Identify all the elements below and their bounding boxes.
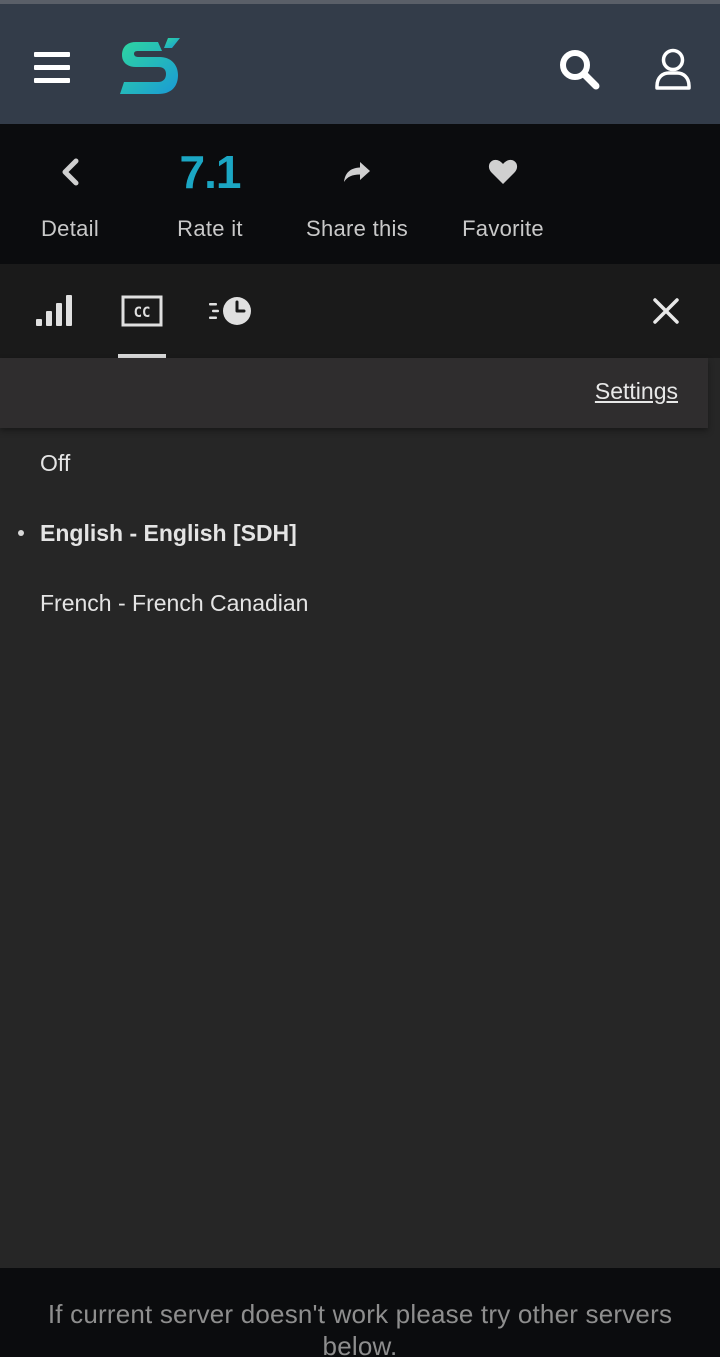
player-panel-tabs: CC [0, 264, 720, 358]
subtitle-option-label: English - English [SDH] [40, 519, 297, 546]
cc-icon: CC [121, 295, 163, 327]
favorite-icon-wrap [488, 124, 518, 216]
detail-icon-wrap [60, 124, 80, 216]
favorite-button[interactable]: Favorite [446, 124, 560, 264]
rating-wrap: 7.1 [179, 124, 242, 216]
share-label: Share this [305, 216, 409, 241]
server-notice: If current server doesn't work please tr… [0, 1268, 720, 1357]
server-notice-text: If current server doesn't work please tr… [47, 1299, 673, 1357]
detail-button[interactable]: Detail [20, 124, 120, 264]
speed-clock-icon [209, 297, 251, 325]
tab-playback-speed[interactable] [200, 264, 260, 358]
subtitle-option-off[interactable]: Off [0, 428, 720, 498]
subtitle-options-list: Off English - English [SDH] French - Fre… [0, 428, 720, 638]
search-icon [560, 50, 600, 90]
hamburger-menu-icon [34, 52, 70, 83]
rate-button[interactable]: 7.1 Rate it [150, 124, 270, 264]
favorite-label: Favorite [462, 216, 544, 241]
user-icon [655, 48, 691, 90]
subtitle-option-label: Off [40, 449, 71, 476]
share-button[interactable]: Share this [290, 124, 424, 264]
rate-label: Rate it [177, 216, 243, 241]
settings-strip: Settings [0, 358, 708, 428]
cc-icon-text: CC [134, 305, 151, 321]
signal-bars-icon [36, 295, 72, 326]
site-logo[interactable] [112, 30, 188, 106]
app-header [0, 0, 720, 124]
tab-subtitles[interactable]: CC [116, 264, 168, 358]
subtitle-option-label: French - French Canadian [40, 589, 309, 616]
player-page: Detail 7.1 Rate it Share this Favorite C… [0, 0, 720, 1357]
rating-value: 7.1 [179, 146, 242, 198]
subtitle-option-english-sdh[interactable]: English - English [SDH] [0, 498, 720, 568]
share-icon [344, 162, 370, 182]
search-button[interactable] [548, 38, 610, 100]
chevron-left-icon [62, 158, 79, 186]
detail-label: Detail [40, 216, 100, 241]
share-icon-wrap [342, 124, 372, 216]
close-panel-button[interactable] [636, 264, 696, 358]
heart-icon [488, 159, 518, 184]
selected-bullet-icon [18, 530, 24, 536]
action-bar: Detail 7.1 Rate it Share this Favorite [0, 124, 720, 264]
menu-button[interactable] [24, 40, 80, 96]
subtitle-option-french-canadian[interactable]: French - French Canadian [0, 568, 720, 638]
tab-quality[interactable] [26, 264, 82, 358]
account-button[interactable] [642, 38, 704, 100]
close-icon [653, 298, 679, 324]
subtitle-settings-link[interactable]: Settings [595, 378, 678, 405]
